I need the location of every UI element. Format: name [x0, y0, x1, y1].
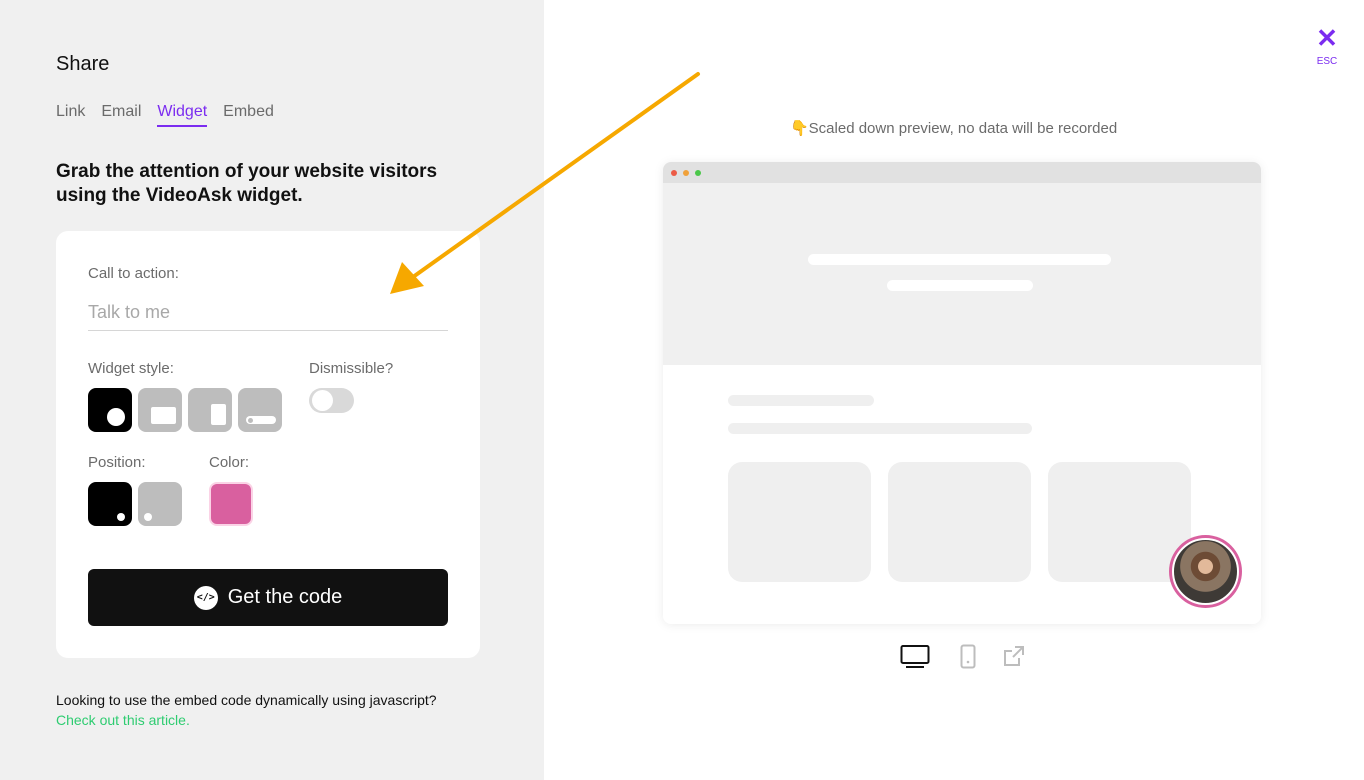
color-swatch[interactable] [209, 482, 253, 526]
content-text-placeholder [728, 423, 1032, 434]
code-icon: </> [193, 585, 218, 610]
circle-bubble-icon [107, 408, 125, 426]
browser-bar [663, 162, 1261, 183]
get-the-code-button[interactable]: </> Get the code [88, 569, 448, 626]
color-label: Color: [209, 454, 250, 471]
content-heading-placeholder [728, 395, 874, 406]
landscape-card-icon [151, 407, 176, 424]
external-link-icon[interactable] [1002, 644, 1026, 668]
tab-link[interactable]: Link [56, 103, 85, 127]
widget-avatar-bubble[interactable] [1169, 535, 1242, 608]
hero-title-placeholder [808, 254, 1111, 265]
bottom-right-dot-icon [117, 513, 125, 521]
window-close-dot-icon [671, 170, 677, 176]
browser-preview [663, 162, 1261, 624]
content-tile-placeholder [888, 462, 1031, 582]
position-label: Position: [88, 454, 146, 471]
esc-label: ESC [1316, 56, 1338, 67]
preview-hero [663, 183, 1261, 365]
widget-style-pill-button[interactable] [238, 388, 282, 432]
avatar [1172, 538, 1239, 605]
toggle-knob [312, 390, 333, 411]
bottom-left-dot-icon [144, 513, 152, 521]
cta-label: Call to action: [88, 265, 179, 282]
pill-dot-icon [248, 418, 253, 423]
hero-subtitle-placeholder [887, 280, 1033, 291]
desktop-icon[interactable] [900, 644, 930, 670]
get-the-code-label: Get the code [227, 586, 343, 608]
widget-style-circle-button[interactable] [88, 388, 132, 432]
content-tile-placeholder [728, 462, 871, 582]
dismissible-label: Dismissible? [309, 360, 394, 377]
footer-text: Looking to use the embed code dynamicall… [56, 692, 437, 708]
preview-note: 👇Scaled down preview, no data will be re… [790, 120, 1118, 137]
article-link[interactable]: Check out this article. [56, 712, 190, 728]
share-tabs: Link Email Widget Embed [56, 103, 274, 127]
tab-email[interactable]: Email [101, 103, 141, 127]
widget-style-landscape-button[interactable] [138, 388, 182, 432]
close-button[interactable]: ✕ ESC [1313, 23, 1341, 67]
position-bottom-right-button[interactable] [88, 482, 132, 526]
portrait-card-icon [211, 404, 226, 425]
tab-widget[interactable]: Widget [157, 103, 208, 127]
widget-style-portrait-button[interactable] [188, 388, 232, 432]
dismissible-toggle[interactable] [309, 388, 354, 413]
window-maximize-dot-icon [695, 170, 701, 176]
annotation-arrow-icon [390, 72, 700, 294]
mobile-icon[interactable] [960, 644, 976, 670]
close-icon: ✕ [1316, 23, 1338, 53]
window-minimize-dot-icon [683, 170, 689, 176]
position-bottom-left-button[interactable] [138, 482, 182, 526]
share-title: Share [56, 53, 110, 75]
tab-embed[interactable]: Embed [223, 103, 274, 127]
cta-input[interactable] [88, 295, 448, 331]
widget-style-label: Widget style: [88, 360, 174, 377]
